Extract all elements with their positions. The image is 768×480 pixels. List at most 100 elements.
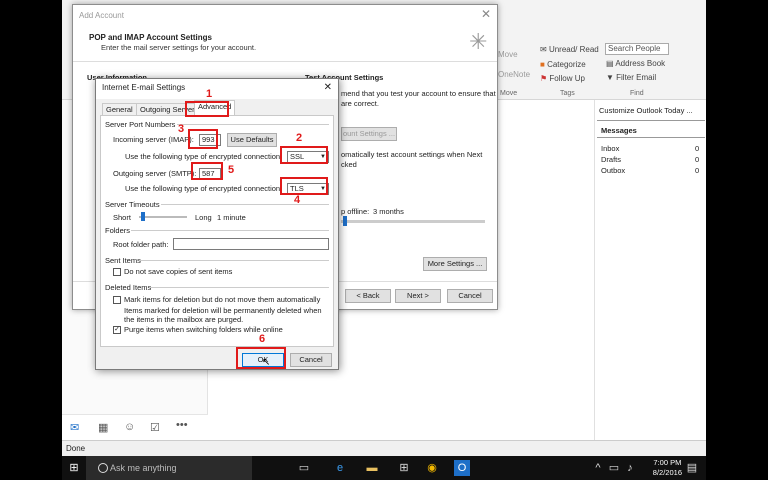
more-icon[interactable]: ••• <box>176 419 188 431</box>
incoming-server-label: Incoming server (IMAP): <box>113 135 194 144</box>
auto-test-text-1: omatically test account settings when Ne… <box>341 150 483 159</box>
offline-slider-thumb[interactable] <box>343 216 347 226</box>
timeout-slider-thumb[interactable] <box>141 212 145 221</box>
cortana-search-box[interactable]: Ask me anything <box>86 456 252 480</box>
auto-test-text-2: cked <box>341 160 357 169</box>
use-defaults-button[interactable]: Use Defaults <box>227 133 277 147</box>
filter-email-button[interactable]: ▼ Filter Email <box>606 73 656 82</box>
more-settings-button[interactable]: More Settings ... <box>423 257 487 271</box>
categorize-label: Categorize <box>547 60 586 69</box>
calendar-icon[interactable]: ▦ <box>98 421 108 434</box>
inbox-label[interactable]: Inbox <box>601 144 619 153</box>
close-icon[interactable]: ✕ <box>481 7 491 21</box>
root-folder-input[interactable] <box>173 238 329 250</box>
status-bar: Done <box>62 440 706 456</box>
back-button[interactable]: < Back <box>345 289 391 303</box>
clock-date: 8/2/2016 <box>652 468 682 477</box>
dialog-close-icon[interactable]: ✕ <box>324 82 332 93</box>
annotation-box-outgoing-encryption <box>280 177 328 195</box>
incoming-encryption-label: Use the following type of encrypted conn… <box>125 152 283 161</box>
server-timeouts-header: Server Timeouts <box>105 200 160 209</box>
outlook-window: Move OneNote Move ✉ Unread/ Read ■ Categ… <box>62 0 706 456</box>
test-text-1: mend that you test your account to ensur… <box>341 89 496 98</box>
flag-icon: ⚑ <box>540 74 550 83</box>
notifications-icon[interactable]: ▤ <box>684 460 700 476</box>
chevron-up-icon[interactable]: ^ <box>590 460 606 476</box>
annotation-5: 5 <box>228 164 235 176</box>
outgoing-server-label: Outgoing server (SMTP): <box>113 169 197 178</box>
add-account-title: Add Account <box>79 11 124 20</box>
move-group-label: Move <box>500 90 518 97</box>
root-folder-label: Root folder path: <box>113 240 169 249</box>
short-label: Short <box>113 213 131 222</box>
unread-read-button[interactable]: ✉ Unread/ Read <box>540 45 599 54</box>
mail-icon[interactable]: ✉ <box>70 421 79 434</box>
add-account-cancel-button[interactable]: Cancel <box>447 289 493 303</box>
volume-icon[interactable]: ♪ <box>622 460 638 476</box>
annotation-2: 2 <box>296 132 303 144</box>
test-account-settings-button[interactable]: ount Settings ... <box>341 127 397 141</box>
drafts-label[interactable]: Drafts <box>601 155 621 164</box>
timeout-slider-track[interactable] <box>139 216 187 218</box>
annotation-box-ok <box>236 347 286 369</box>
annotation-3: 3 <box>178 123 185 135</box>
cortana-search-text: Ask me anything <box>110 463 177 473</box>
dont-save-label: Do not save copies of sent items <box>124 267 233 276</box>
annotation-box-advanced-tab <box>185 101 229 117</box>
annotation-box-incoming-port <box>188 129 218 149</box>
outlook-today-pane: Customize Outlook Today ... Messages Inb… <box>594 100 706 440</box>
address-book-label: Address Book <box>615 59 666 68</box>
long-label: Long <box>195 213 212 222</box>
internet-email-settings-dialog: Internet E-mail Settings ✕ General Outgo… <box>95 78 339 370</box>
outlook-taskbar-icon[interactable]: O <box>454 460 470 476</box>
onenote-button[interactable]: OneNote <box>498 70 530 79</box>
people-icon[interactable]: ☺ <box>124 421 135 433</box>
clock[interactable]: 7:00 PM 8/2/2016 <box>653 458 682 478</box>
outgoing-encryption-label: Use the following type of encrypted conn… <box>125 184 283 193</box>
taskbar: ⊞ Ask me anything ▭ e ▬ ⊞ ◉ O ^ ▭ ♪ 7:00… <box>62 456 706 480</box>
envelope-icon: ✉ <box>540 45 549 54</box>
annotation-6: 6 <box>259 333 266 345</box>
unread-read-label: Unread/ Read <box>548 45 599 54</box>
annotation-box-outgoing-port <box>191 162 223 180</box>
test-text-2: are correct. <box>341 99 379 108</box>
mark-note-1: Items marked for deletion will be perman… <box>124 306 322 315</box>
dont-save-checkbox[interactable] <box>113 268 121 276</box>
status-text: Done <box>66 444 86 453</box>
network-icon[interactable]: ▭ <box>606 460 622 476</box>
server-port-numbers-header: Server Port Numbers <box>105 120 176 129</box>
dialog-title: Internet E-mail Settings <box>96 79 338 99</box>
chrome-icon[interactable]: ◉ <box>424 460 440 476</box>
drafts-count: 0 <box>695 155 700 164</box>
store-icon[interactable]: ⊞ <box>396 460 412 476</box>
pop-imap-subheading: Enter the mail server settings for your … <box>101 43 257 52</box>
mark-note-2: the items in the mailbox are purged. <box>124 315 244 324</box>
customize-outlook-today-link[interactable]: Customize Outlook Today ... <box>599 106 693 115</box>
file-explorer-icon[interactable]: ▬ <box>364 460 380 476</box>
windows-start-icon[interactable]: ⊞ <box>66 460 82 476</box>
category-icon: ■ <box>540 60 548 69</box>
tab-general[interactable]: General <box>102 103 137 115</box>
tasks-icon[interactable]: ☑ <box>150 421 160 434</box>
purge-items-checkbox[interactable]: ✓ <box>113 326 121 334</box>
timeout-value: 1 minute <box>217 213 246 222</box>
follow-up-button[interactable]: ⚑ Follow Up <box>540 74 585 83</box>
categorize-button[interactable]: ■ Categorize <box>540 60 586 69</box>
move-button[interactable]: Move <box>498 50 518 59</box>
dialog-cancel-button[interactable]: Cancel <box>290 353 332 367</box>
folders-header: Folders <box>105 226 131 235</box>
offline-slider-track[interactable] <box>341 220 485 223</box>
search-people-input[interactable]: Search People <box>605 43 669 55</box>
clock-time: 7:00 PM <box>653 458 682 467</box>
outbox-label[interactable]: Outbox <box>601 166 625 175</box>
mark-items-checkbox[interactable] <box>113 296 121 304</box>
edge-icon[interactable]: e <box>332 460 348 476</box>
address-book-button[interactable]: ▤ Address Book <box>606 59 665 68</box>
mark-items-label: Mark items for deletion but do not move … <box>124 295 321 304</box>
annotation-box-incoming-encryption <box>280 146 328 164</box>
next-button[interactable]: Next > <box>395 289 441 303</box>
messages-header: Messages <box>601 126 637 135</box>
task-view-icon[interactable]: ▭ <box>296 460 312 476</box>
pop-imap-heading: POP and IMAP Account Settings <box>89 33 212 42</box>
address-book-icon: ▤ <box>606 59 616 68</box>
